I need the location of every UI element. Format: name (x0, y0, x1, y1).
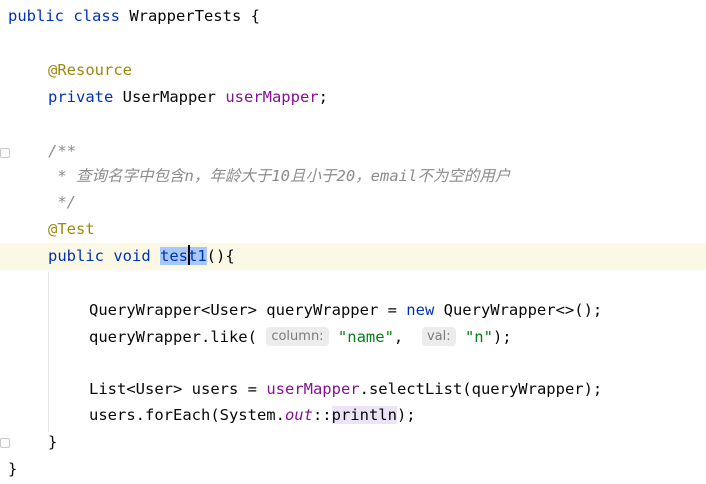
semicolon: ; (318, 88, 328, 106)
method-call: .selectList(queryWrapper); (359, 380, 603, 398)
method-ref-name: println (331, 406, 397, 424)
code-line-method-close: } (48, 429, 706, 456)
code-line-query-wrapper-decl: QueryWrapper<User> queryWrapper = new Qu… (89, 297, 706, 324)
code-line-list-decl: List<User> users = userMapper.selectList… (89, 376, 706, 403)
method-name-part: tes (159, 247, 188, 265)
closing-brace: } (8, 460, 18, 478)
fold-marker[interactable] (0, 148, 10, 158)
doc-comment: */ (48, 193, 76, 211)
indent-guide (48, 272, 49, 432)
keyword: new (406, 301, 435, 319)
field-name: userMapper (266, 380, 360, 398)
keyword: public void (48, 247, 160, 265)
closing-brace: } (48, 433, 58, 451)
string-literal: "n" (464, 328, 493, 346)
method-call: users.forEach(System. (89, 406, 285, 424)
method-name-part: t1 (187, 247, 207, 265)
class-name: WrapperTests { (119, 7, 260, 25)
code-line-doc-open: /** (48, 138, 706, 165)
code-line-class-declaration: public class WrapperTests { (8, 3, 706, 30)
field-type: UserMapper (113, 88, 226, 106)
doc-comment: /** (48, 142, 76, 160)
code-line-annotation-resource: @Resource (48, 57, 706, 84)
string-literal: "name" (337, 328, 394, 346)
call-end: ); (492, 328, 512, 346)
code-editor[interactable]: public class WrapperTests { @Resource pr… (0, 0, 706, 484)
code-line-class-close: } (8, 456, 706, 483)
annotation: @Test (48, 220, 95, 238)
keyword: public class (8, 7, 120, 25)
type-and-var: QueryWrapper<User> queryWrapper = (89, 301, 407, 319)
type-and-var: List<User> users = (89, 380, 267, 398)
code-line-method-declaration: public void test1(){ (0, 243, 706, 270)
code-line-query-wrapper-like: queryWrapper.like( column: "name", val: … (89, 324, 706, 351)
parameter-hint: column: (266, 327, 329, 346)
field-name: userMapper (225, 88, 319, 106)
parameter-hint: val: (421, 327, 456, 346)
method-ref-op: :: (312, 406, 332, 424)
keyword: private (48, 88, 114, 106)
doc-comment: * 查询名字中包含n，年龄大于10且小于20，email不为空的用户 (48, 167, 511, 185)
separator: , (393, 328, 413, 346)
selected-text: test1 (159, 245, 207, 265)
method-params: (){ (206, 247, 235, 265)
static-field: out (284, 406, 313, 424)
fold-marker[interactable] (0, 438, 10, 448)
code-line-doc-text: * 查询名字中包含n，年龄大于10且小于20，email不为空的用户 (48, 163, 706, 190)
method-call: queryWrapper.like( (89, 328, 257, 346)
call-end: ); (396, 406, 416, 424)
code-line-for-each: users.forEach(System.out::println); (89, 402, 706, 429)
constructor: QueryWrapper<>(); (434, 301, 603, 319)
code-line-annotation-test: @Test (48, 216, 706, 243)
code-line-doc-close: */ (48, 189, 706, 216)
annotation: @Resource (48, 61, 132, 79)
code-line-field-declaration: private UserMapper userMapper; (48, 84, 706, 111)
